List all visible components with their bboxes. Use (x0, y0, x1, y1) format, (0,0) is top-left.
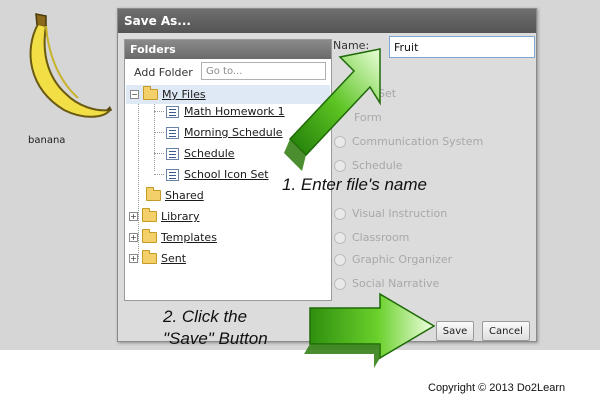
dialog-title[interactable]: Save As... (118, 9, 536, 33)
pointer-arrow-icon (304, 292, 436, 368)
banana-icon[interactable] (6, 10, 116, 125)
category-option-classroom[interactable]: Classroom (334, 231, 409, 244)
add-folder-button[interactable]: Add Folder (134, 66, 193, 79)
document-icon (166, 168, 179, 181)
tree-item-label: Schedule (184, 147, 235, 160)
collapse-toggle-icon[interactable]: − (130, 90, 139, 99)
tree-connector (154, 174, 164, 175)
cancel-button[interactable]: Cancel (482, 321, 530, 341)
document-icon (166, 126, 179, 139)
tree-item-shared[interactable]: Shared (146, 186, 204, 205)
tree-item-school-icon-set[interactable]: School Icon Set (166, 165, 269, 184)
category-option-graphic-organizer[interactable]: Graphic Organizer (334, 253, 452, 266)
radio-button[interactable] (334, 253, 346, 266)
folder-icon (142, 229, 157, 243)
pointer-arrow-icon (284, 48, 381, 171)
instruction-step-1: 1. Enter file's name (282, 175, 427, 194)
tree-item-label: Sent (161, 252, 187, 265)
category-option-label: Social Narrative (352, 277, 440, 290)
banana-label: banana (28, 135, 66, 146)
tree-connector (154, 111, 164, 112)
category-option-label: Visual Instruction (352, 207, 448, 220)
instruction-step-2-line-2: "Save" Button (163, 329, 268, 348)
radio-button[interactable] (334, 207, 346, 220)
tree-item-label: Templates (161, 231, 217, 244)
folder-icon (142, 208, 157, 222)
tree-item-schedule[interactable]: Schedule (166, 144, 235, 163)
category-option-visual-instruction[interactable]: Visual Instruction (334, 207, 447, 220)
category-option-label: Classroom (352, 231, 410, 244)
radio-button[interactable] (334, 277, 346, 290)
document-icon (166, 147, 179, 160)
tree-item-label: My Files (162, 88, 206, 101)
instruction-step-2: 2. Click the "Save" Button (163, 306, 268, 350)
expand-toggle-icon[interactable]: + (129, 233, 138, 242)
expand-toggle-icon[interactable]: + (129, 254, 138, 263)
category-option-label: Graphic Organizer (352, 253, 453, 266)
folder-icon (142, 250, 157, 264)
folder-icon (146, 187, 161, 201)
tree-item-label: Library (161, 210, 200, 223)
radio-button[interactable] (334, 231, 346, 244)
save-button[interactable]: Save (436, 321, 474, 341)
tree-item-label: Shared (165, 189, 204, 202)
folder-icon (143, 86, 158, 100)
tree-connector (154, 153, 164, 154)
category-option-social-narrative[interactable]: Social Narrative (334, 277, 439, 290)
tree-item-sent[interactable]: + Sent (129, 249, 186, 268)
tree-connector (154, 132, 164, 133)
file-name-input[interactable] (389, 36, 535, 58)
instruction-step-2-line-1: 2. Click the (163, 307, 248, 326)
tree-item-label: School Icon Set (184, 168, 269, 181)
tree-item-templates[interactable]: + Templates (129, 228, 217, 247)
tree-item-library[interactable]: + Library (129, 207, 199, 226)
copyright-text: Copyright © 2013 Do2Learn (428, 382, 566, 394)
expand-toggle-icon[interactable]: + (129, 212, 138, 221)
document-icon (166, 105, 179, 118)
tree-connector (154, 95, 155, 171)
